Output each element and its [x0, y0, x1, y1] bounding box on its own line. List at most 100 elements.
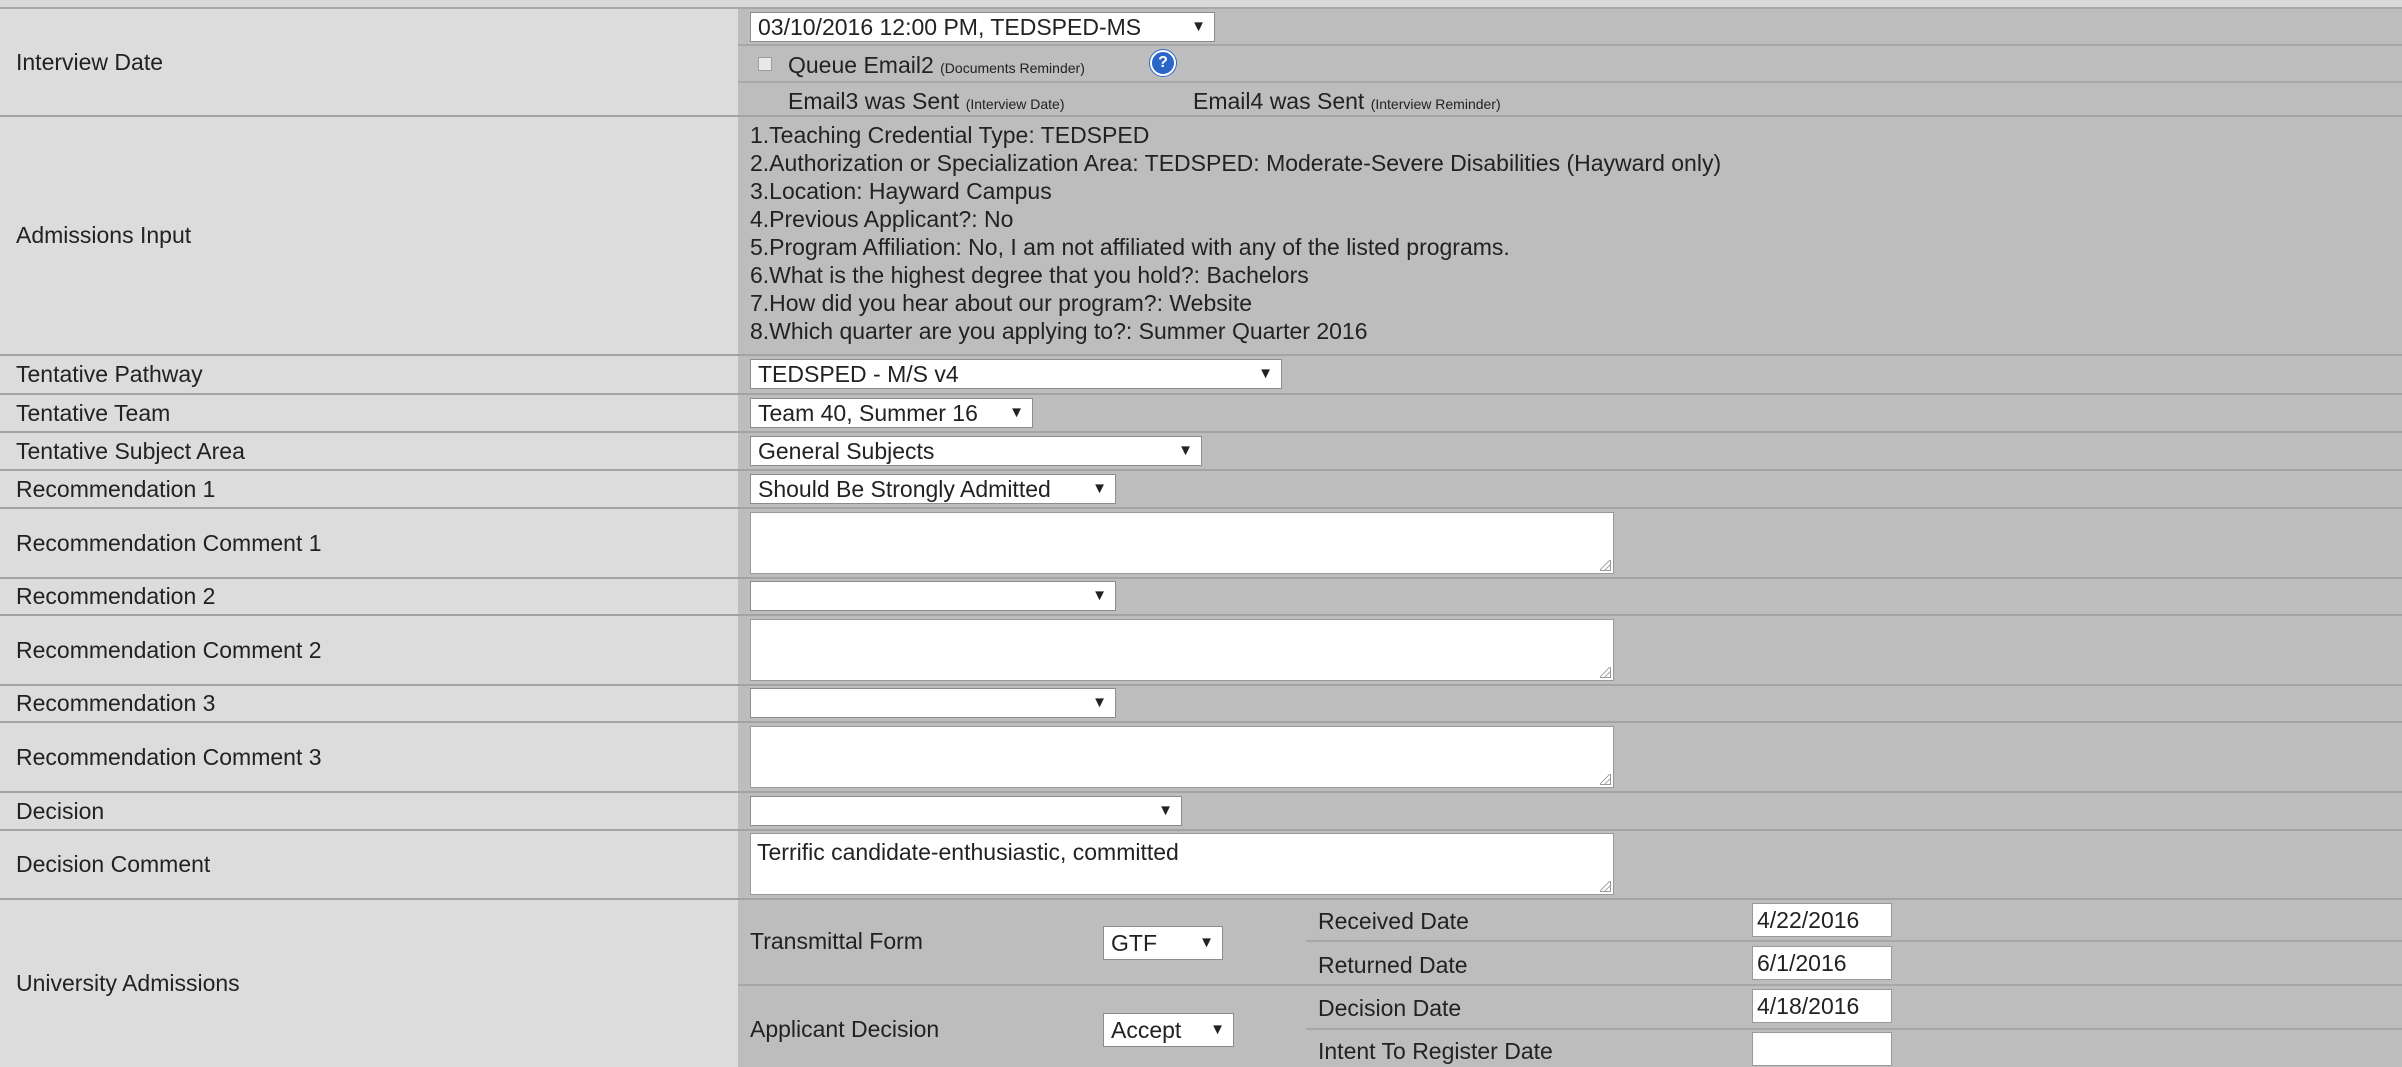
resize-grip-icon[interactable] — [1600, 881, 1611, 892]
chevron-down-icon: ▼ — [1191, 18, 1206, 35]
interview-date-value: 03/10/2016 12:00 PM, TEDSPED-MS — [758, 14, 1142, 40]
admissions-input-line: 1.Teaching Credential Type: TEDSPED — [750, 122, 1150, 148]
resize-grip-icon[interactable] — [1600, 667, 1611, 678]
chevron-down-icon: ▼ — [1092, 480, 1107, 497]
returned-date-label: Returned Date — [1318, 952, 1468, 978]
admissions-input-line: 5.Program Affiliation: No, I am not affi… — [750, 234, 1510, 260]
queue-email-label: Queue Email2 (Documents Reminder) — [788, 52, 1085, 79]
row-divider — [0, 898, 2402, 900]
admissions-input-line: 7.How did you hear about our program?: W… — [750, 290, 1253, 316]
applicant-decision-select[interactable]: Accept ▼ — [1103, 1013, 1234, 1047]
email4-status: Email4 was Sent (Interview Reminder) — [1193, 88, 1501, 115]
row-divider — [0, 115, 2402, 117]
row-divider — [0, 721, 2402, 723]
tentative-pathway-select[interactable]: TEDSPED - M/S v4 ▼ — [750, 359, 1282, 389]
transmittal-form-select[interactable]: GTF ▼ — [1103, 926, 1223, 960]
tentative-pathway-value: TEDSPED - M/S v4 — [758, 361, 959, 387]
chevron-down-icon: ▼ — [1258, 365, 1273, 382]
email4-text: Email4 was Sent — [1193, 88, 1365, 114]
recommendation-comment-1-textarea[interactable] — [750, 512, 1614, 574]
admissions-input-line: 8.Which quarter are you applying to?: Su… — [750, 318, 1368, 344]
received-date-label: Received Date — [1318, 908, 1469, 934]
row-divider — [0, 614, 2402, 616]
transmittal-form-label: Transmittal Form — [750, 928, 923, 954]
help-icon[interactable]: ? — [1150, 50, 1176, 76]
chevron-down-icon: ▼ — [1158, 802, 1173, 819]
row-divider — [0, 829, 2402, 831]
row-divider — [0, 684, 2402, 686]
decision-comment-value: Terrific candidate-enthusiastic, committ… — [757, 839, 1179, 865]
transmittal-form-value: GTF — [1111, 930, 1157, 956]
recommendation-1-label: Recommendation 1 — [16, 475, 216, 502]
admissions-input-list: 1.Teaching Credential Type: TEDSPED 2.Au… — [750, 121, 1721, 345]
admissions-input-line: 3.Location: Hayward Campus — [750, 178, 1052, 204]
tentative-subject-select[interactable]: General Subjects ▼ — [750, 436, 1202, 466]
recommendation-3-select[interactable]: ▼ — [750, 688, 1116, 718]
applicant-decision-label: Applicant Decision — [750, 1016, 940, 1042]
row-divider — [0, 393, 2402, 395]
chevron-down-icon: ▼ — [1092, 587, 1107, 604]
admissions-form: Interview Date 03/10/2016 12:00 PM, TEDS… — [0, 0, 2402, 1067]
decision-comment-label: Decision Comment — [16, 851, 211, 877]
chevron-down-icon: ▼ — [1178, 442, 1193, 459]
tentative-subject-value: General Subjects — [758, 438, 935, 464]
queue-email-checkbox[interactable] — [758, 57, 772, 71]
divider — [738, 44, 2402, 46]
admissions-input-line: 2.Authorization or Specialization Area: … — [750, 150, 1722, 176]
chevron-down-icon: ▼ — [1210, 1021, 1225, 1038]
tentative-team-label: Tentative Team — [16, 399, 171, 426]
intent-to-register-label: Intent To Register Date — [1318, 1038, 1553, 1064]
email3-note: (Interview Date) — [965, 96, 1065, 112]
recommendation-comment-2-label: Recommendation Comment 2 — [16, 636, 322, 663]
top-border — [0, 7, 2402, 9]
decision-label: Decision — [16, 797, 105, 824]
email4-note: (Interview Reminder) — [1370, 96, 1501, 112]
row-divider — [0, 431, 2402, 433]
decision-date-input[interactable]: 4/18/2016 — [1752, 989, 1892, 1023]
recommendation-2-label: Recommendation 2 — [16, 583, 216, 609]
decision-select[interactable]: ▼ — [750, 796, 1182, 826]
row-divider — [0, 354, 2402, 356]
queue-email-text: Queue Email2 — [788, 52, 934, 78]
divider — [1306, 940, 2402, 942]
email3-text: Email3 was Sent — [788, 88, 960, 114]
recommendation-comment-3-textarea[interactable] — [750, 726, 1614, 788]
university-admissions-label: University Admissions — [16, 970, 240, 996]
recommendation-1-select[interactable]: Should Be Strongly Admitted ▼ — [750, 474, 1116, 504]
divider — [1306, 1028, 2402, 1030]
row-divider — [0, 469, 2402, 471]
admissions-input-line: 6.What is the highest degree that you ho… — [750, 262, 1309, 288]
recommendation-comment-1-label: Recommendation Comment 1 — [16, 529, 322, 556]
row-divider — [0, 791, 2402, 793]
received-date-input[interactable]: 4/22/2016 — [1752, 903, 1892, 937]
chevron-down-icon: ▼ — [1199, 934, 1214, 951]
chevron-down-icon: ▼ — [1009, 404, 1024, 421]
applicant-decision-value: Accept — [1111, 1017, 1182, 1043]
intent-to-register-input[interactable] — [1752, 1032, 1892, 1066]
decision-comment-textarea[interactable]: Terrific candidate-enthusiastic, committ… — [750, 833, 1614, 895]
recommendation-comment-2-textarea[interactable] — [750, 619, 1614, 681]
divider — [738, 81, 2402, 83]
resize-grip-icon[interactable] — [1600, 774, 1611, 785]
tentative-team-select[interactable]: Team 40, Summer 16 ▼ — [750, 398, 1033, 428]
divider — [738, 984, 2402, 986]
recommendation-3-label: Recommendation 3 — [16, 690, 216, 716]
returned-date-input[interactable]: 6/1/2016 — [1752, 946, 1892, 980]
resize-grip-icon[interactable] — [1600, 560, 1611, 571]
row-divider — [0, 577, 2402, 579]
interview-date-label: Interview Date — [16, 48, 164, 75]
chevron-down-icon: ▼ — [1092, 694, 1107, 711]
tentative-team-value: Team 40, Summer 16 — [758, 400, 978, 426]
recommendation-2-select[interactable]: ▼ — [750, 581, 1116, 611]
decision-date-label: Decision Date — [1318, 995, 1462, 1021]
row-divider — [0, 507, 2402, 509]
admissions-input-line: 4.Previous Applicant?: No — [750, 206, 1014, 232]
recommendation-1-value: Should Be Strongly Admitted — [758, 476, 1051, 502]
email3-status: Email3 was Sent (Interview Date) — [788, 88, 1065, 115]
interview-date-select[interactable]: 03/10/2016 12:00 PM, TEDSPED-MS ▼ — [750, 12, 1215, 42]
tentative-subject-label: Tentative Subject Area — [16, 437, 245, 464]
tentative-pathway-label: Tentative Pathway — [16, 361, 203, 387]
admissions-input-label: Admissions Input — [16, 222, 192, 248]
recommendation-comment-3-label: Recommendation Comment 3 — [16, 743, 322, 770]
queue-email-note: (Documents Reminder) — [940, 60, 1085, 76]
